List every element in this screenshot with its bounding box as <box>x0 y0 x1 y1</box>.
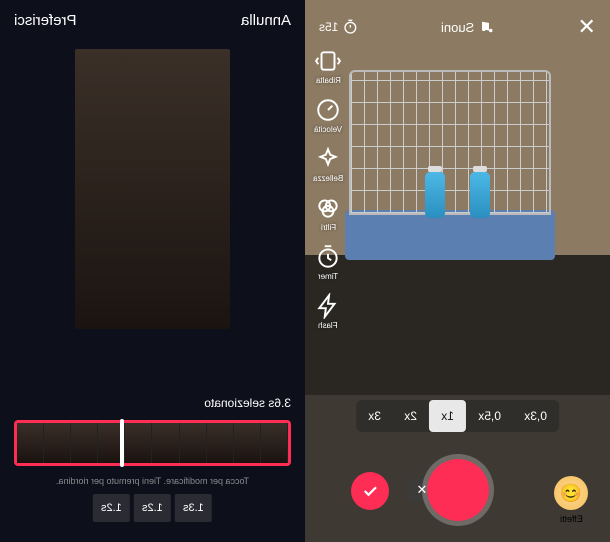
clip-chip[interactable]: 1.3s <box>175 494 212 522</box>
video-preview[interactable] <box>75 49 230 329</box>
side-toolbar: Ribalta Velocità Bellezza Filtri Timer F… <box>313 48 343 330</box>
clip-chip[interactable]: 1.2s <box>93 494 130 522</box>
speed-3x[interactable]: 3x <box>356 400 393 432</box>
smiley-icon: 😊 <box>560 483 582 504</box>
filters-icon <box>315 195 341 221</box>
close-button[interactable]: ✕ <box>578 14 596 40</box>
flip-icon <box>315 48 341 74</box>
timeline-frame[interactable] <box>152 423 179 463</box>
timeline-frame[interactable] <box>234 423 261 463</box>
effects-button[interactable]: 😊 <box>554 476 588 510</box>
editor-panel: Preferisci Annulla 3.6s selezionato Tocc… <box>0 0 305 542</box>
check-icon <box>361 482 379 500</box>
beauty-tool[interactable]: Bellezza <box>313 146 343 183</box>
duration-selector[interactable]: 15s <box>319 19 358 35</box>
filters-tool[interactable]: Filtri <box>313 195 343 232</box>
speed-05x[interactable]: 0,5x <box>466 400 513 432</box>
effects-label: Effetti <box>560 514 583 524</box>
speed-03x[interactable]: 0,3x <box>513 400 560 432</box>
timeline-frame[interactable] <box>71 423 98 463</box>
timeline-frame[interactable] <box>180 423 207 463</box>
stopwatch-icon <box>342 19 358 35</box>
speed-1x[interactable]: 1x <box>429 400 466 432</box>
cancel-button[interactable]: Annulla <box>241 12 291 29</box>
clip-chips: 1.2s 1.2s 1.3s <box>0 494 305 542</box>
timeline-frame[interactable] <box>44 423 71 463</box>
prefer-button[interactable]: Preferisci <box>14 12 77 29</box>
flash-tool[interactable]: Flash <box>313 293 343 330</box>
timer-icon <box>315 244 341 270</box>
preview-area <box>0 41 305 390</box>
timer-tool[interactable]: Timer <box>313 244 343 281</box>
timeline-frame[interactable] <box>17 423 44 463</box>
edit-hint: Tocca per modificare. Tieni premuto per … <box>0 472 305 494</box>
sounds-button[interactable]: Suoni <box>441 20 494 35</box>
timeline-frame[interactable] <box>207 423 234 463</box>
playhead[interactable] <box>120 419 124 467</box>
confirm-button[interactable] <box>351 472 389 510</box>
record-button[interactable] <box>422 454 494 526</box>
timeline-frame[interactable] <box>125 423 152 463</box>
flip-tool[interactable]: Ribalta <box>313 48 343 85</box>
speedometer-icon <box>315 97 341 123</box>
speed-selector: 3x 2x 1x 0,5x 0,3x <box>356 400 559 432</box>
sparkle-icon <box>315 146 341 172</box>
timeline[interactable] <box>14 420 291 466</box>
timeline-frame[interactable] <box>261 423 288 463</box>
clip-chip[interactable]: 1.2s <box>134 494 171 522</box>
speed-tool[interactable]: Velocità <box>313 97 343 134</box>
camera-panel: 15s Suoni ✕ Ribalta Velocità Bellezza Fi… <box>305 0 610 542</box>
selected-duration-label: 3.6s selezionato <box>0 390 305 414</box>
music-note-icon <box>481 20 495 34</box>
speed-2x[interactable]: 2x <box>392 400 429 432</box>
flash-icon <box>315 293 341 319</box>
